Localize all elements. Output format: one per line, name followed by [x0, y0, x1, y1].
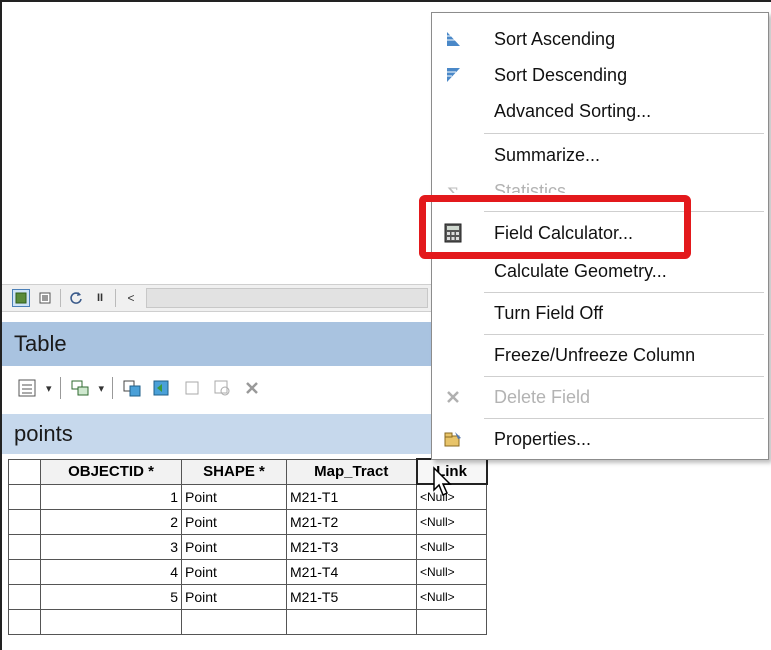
cell-link[interactable]: <Null> [416, 533, 487, 560]
attribute-table: OBJECTID * SHAPE * Map_Tract Link 1 Poin… [8, 458, 488, 635]
menu-separator [484, 334, 764, 335]
statistics-icon: Σ [442, 181, 464, 193]
cell-link[interactable]: <Null> [416, 583, 487, 610]
row-selector[interactable] [8, 558, 41, 585]
cell-objectid[interactable]: 2 [40, 508, 182, 535]
cell-link[interactable]: <Null> [416, 558, 487, 585]
scroll-left-icon[interactable]: < [122, 289, 140, 307]
menu-separator [484, 292, 764, 293]
menu-item-delete-field: Delete Field [432, 379, 768, 415]
column-header-map-tract[interactable]: Map_Tract [286, 458, 417, 485]
horizontal-scrollbar[interactable] [146, 288, 428, 308]
cell-shape[interactable]: Point [181, 558, 287, 585]
cell-shape[interactable]: Point [181, 533, 287, 560]
menu-separator [484, 133, 764, 134]
refresh-icon[interactable] [67, 289, 85, 307]
delete-field-icon [442, 386, 464, 408]
cell-shape[interactable]: Point [181, 508, 287, 535]
cell-empty[interactable] [416, 608, 487, 635]
cell-map-tract[interactable]: M21-T5 [286, 583, 417, 610]
map-view-toolbar: II < [2, 284, 432, 312]
menu-item-label: Sort Ascending [494, 28, 616, 49]
mouse-cursor-icon [433, 466, 452, 497]
table-header-row: OBJECTID * SHAPE * Map_Tract Link [8, 458, 488, 485]
toolbar-separator [115, 289, 116, 307]
menu-item-label: Sort Descending [494, 64, 628, 85]
table-options-dropdown-icon[interactable]: ▾ [46, 382, 52, 395]
scroll-left-glyph: < [127, 291, 135, 305]
menu-item-label: Freeze/Unfreeze Column [494, 344, 696, 365]
menu-item-sort-descending[interactable]: Sort Descending [432, 57, 768, 93]
row-selector-header[interactable] [8, 458, 41, 485]
svg-text:Σ: Σ [447, 184, 458, 193]
toolbar-separator [59, 377, 61, 399]
cell-objectid[interactable]: 1 [40, 483, 182, 510]
table-row[interactable]: 5 Point M21-T5 <Null> [8, 583, 487, 610]
cell-empty[interactable] [40, 608, 182, 635]
table-row[interactable]: 1 Point M21-T1 <Null> [8, 483, 487, 510]
cell-empty[interactable] [181, 608, 287, 635]
delete-selected-icon[interactable] [241, 377, 263, 399]
switch-selection-icon[interactable] [151, 377, 173, 399]
related-tables-icon[interactable] [69, 377, 91, 399]
menu-item-label: Statistics... [494, 181, 582, 193]
cell-map-tract[interactable]: M21-T1 [286, 483, 417, 510]
menu-item-label: Calculate Geometry... [494, 260, 667, 281]
toolbar-separator [60, 289, 61, 307]
cell-empty[interactable] [286, 608, 417, 635]
menu-item-turn-field-off[interactable]: Turn Field Off [432, 295, 768, 331]
menu-item-freeze-unfreeze-column[interactable]: Freeze/Unfreeze Column [432, 337, 768, 373]
row-selector[interactable] [8, 533, 41, 560]
column-header-shape[interactable]: SHAPE * [181, 458, 287, 485]
table-toolbar: ▾ ▾ [2, 366, 442, 410]
row-selector[interactable] [8, 508, 41, 535]
menu-separator [484, 376, 764, 377]
toolbar-separator [112, 377, 114, 399]
pause-glyph: II [96, 292, 104, 304]
table-window-title: Table [2, 322, 442, 366]
cell-objectid[interactable]: 3 [40, 533, 182, 560]
cell-objectid[interactable]: 5 [40, 583, 182, 610]
cell-objectid[interactable]: 4 [40, 558, 182, 585]
data-view-icon[interactable] [36, 289, 54, 307]
cell-map-tract[interactable]: M21-T4 [286, 558, 417, 585]
menu-item-statistics: Σ Statistics... [432, 173, 768, 193]
clear-selection-icon[interactable] [181, 377, 203, 399]
zoom-to-selected-icon[interactable] [211, 377, 233, 399]
properties-icon [442, 428, 464, 450]
layer-name-bar[interactable]: points [2, 414, 442, 454]
layout-view-icon[interactable] [12, 289, 30, 307]
column-header-objectid[interactable]: OBJECTID * [40, 458, 182, 485]
table-row-new[interactable] [8, 608, 487, 635]
menu-item-sort-ascending[interactable]: Sort Ascending [432, 21, 768, 57]
sort-ascending-icon [442, 28, 464, 50]
menu-item-summarize[interactable]: Summarize... [432, 137, 768, 173]
menu-item-advanced-sorting[interactable]: Advanced Sorting... [432, 93, 768, 129]
pause-icon[interactable]: II [91, 289, 109, 307]
cell-map-tract[interactable]: M21-T2 [286, 508, 417, 535]
menu-item-label: Turn Field Off [494, 302, 604, 323]
cell-shape[interactable]: Point [181, 483, 287, 510]
cell-shape[interactable]: Point [181, 583, 287, 610]
select-by-attributes-icon[interactable] [121, 377, 143, 399]
table-row[interactable]: 3 Point M21-T3 <Null> [8, 533, 487, 560]
row-selector[interactable] [8, 608, 41, 635]
related-tables-dropdown-icon[interactable]: ▾ [99, 382, 105, 395]
menu-item-properties[interactable]: Properties... [432, 421, 768, 457]
menu-item-label: Properties... [494, 428, 592, 449]
table-options-icon[interactable] [16, 377, 38, 399]
sort-descending-icon [442, 64, 464, 86]
menu-item-label: Delete Field [494, 386, 591, 407]
cell-map-tract[interactable]: M21-T3 [286, 533, 417, 560]
field-calculator-highlight [419, 195, 691, 259]
row-selector[interactable] [8, 483, 41, 510]
table-row[interactable]: 2 Point M21-T2 <Null> [8, 508, 487, 535]
table-row[interactable]: 4 Point M21-T4 <Null> [8, 558, 487, 585]
row-selector[interactable] [8, 583, 41, 610]
menu-separator [484, 418, 764, 419]
menu-item-label: Summarize... [494, 144, 601, 165]
menu-item-label: Advanced Sorting... [494, 100, 652, 121]
cell-link[interactable]: <Null> [416, 508, 487, 535]
